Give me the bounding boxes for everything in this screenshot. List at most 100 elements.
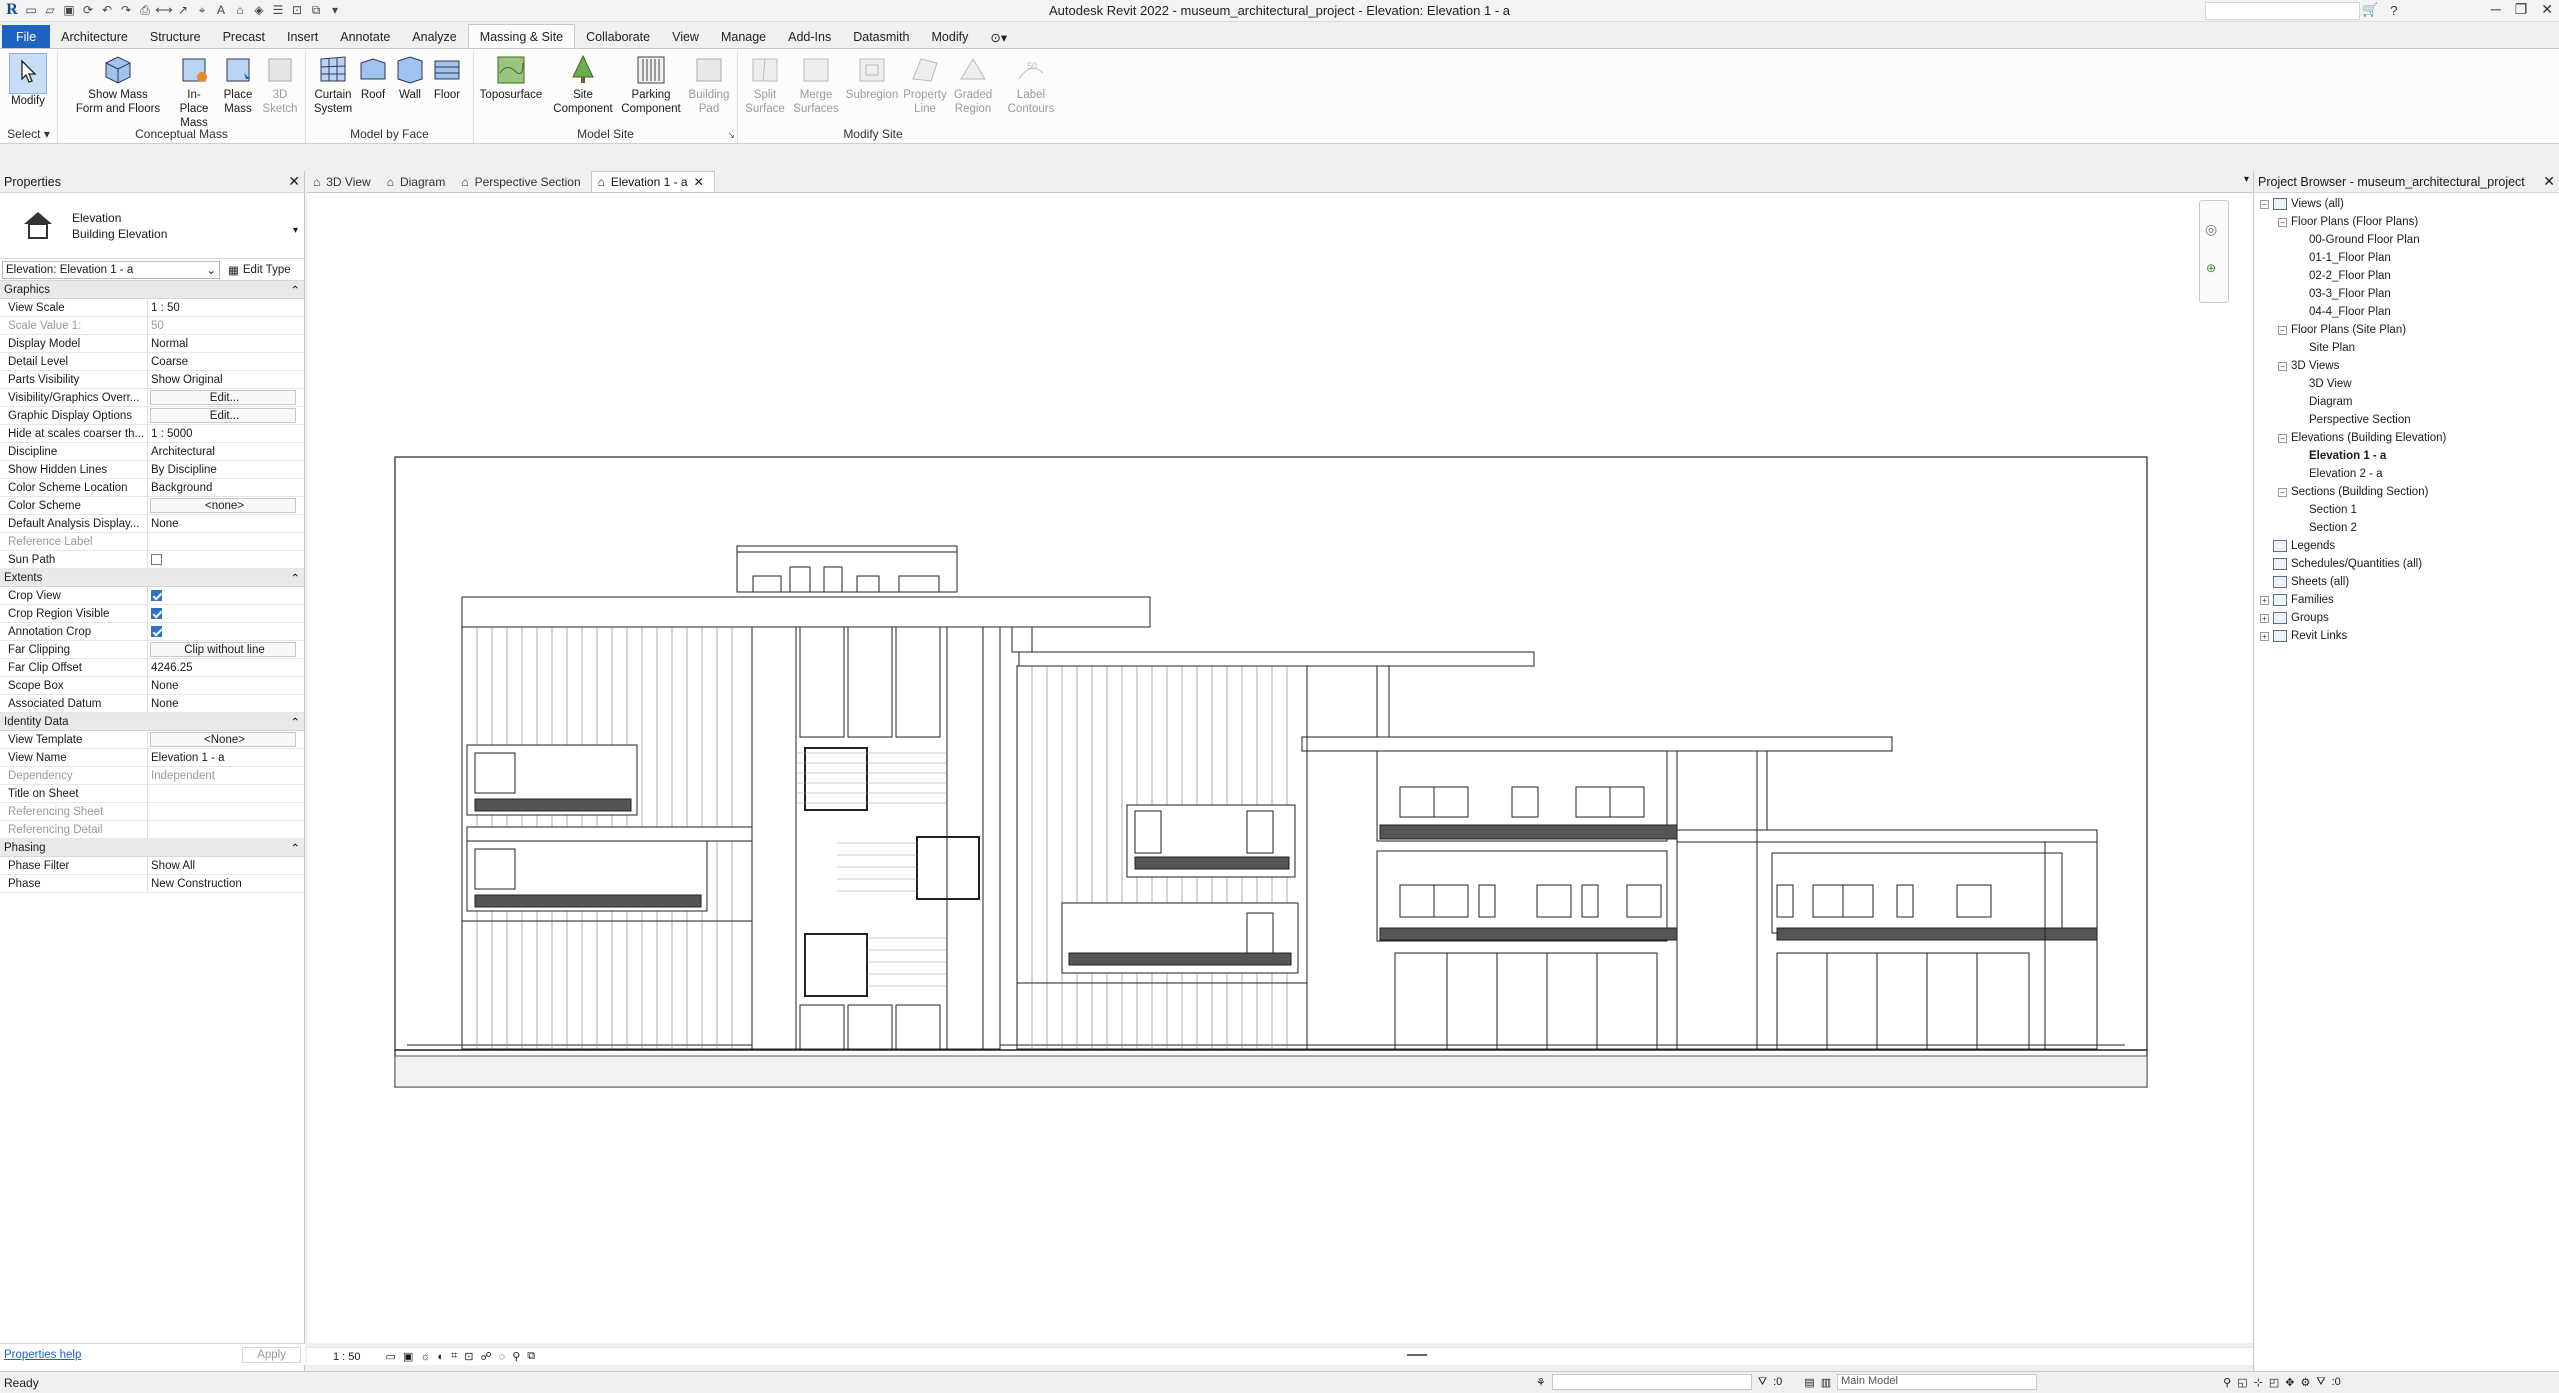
text-icon[interactable]: A bbox=[213, 2, 229, 18]
property-value[interactable]: None bbox=[148, 515, 304, 532]
browser-node[interactable]: − Elevations (Building Elevation) bbox=[2254, 429, 2559, 447]
help-icon[interactable]: ? bbox=[2390, 3, 2397, 18]
browser-node[interactable]: 00-Ground Floor Plan bbox=[2254, 231, 2559, 249]
section-icon[interactable]: ◈ bbox=[251, 2, 267, 18]
property-section[interactable]: Graphics ⌃ bbox=[0, 281, 304, 299]
browser-node[interactable]: 03-3_Floor Plan bbox=[2254, 285, 2559, 303]
tab-collaborate[interactable]: Collaborate bbox=[575, 25, 661, 49]
drawing-canvas[interactable]: ◎ ⊕ 1 : 50 ▭ ▣ ☼ ◐ ⌗ ⊡ ☍ ◌ ⚲ ⧉ bbox=[307, 193, 2253, 1365]
in-place-mass-button[interactable]: In-Place Mass bbox=[174, 53, 214, 130]
print-icon[interactable]: ⎙ bbox=[137, 2, 153, 18]
tab-datasmith[interactable]: Datasmith bbox=[842, 25, 920, 49]
browser-node[interactable]: Elevation 1 - a bbox=[2254, 447, 2559, 465]
collapse-icon[interactable]: − bbox=[2278, 325, 2287, 335]
checkbox[interactable] bbox=[151, 626, 162, 637]
browser-node[interactable]: − Sections (Building Section) bbox=[2254, 483, 2559, 501]
collapse-icon[interactable]: ⌃ bbox=[290, 571, 300, 585]
property-value[interactable]: Normal bbox=[148, 335, 304, 352]
open-icon[interactable]: ▭ bbox=[23, 2, 39, 18]
tab-architecture[interactable]: Architecture bbox=[50, 25, 139, 49]
browser-node[interactable]: Site Plan bbox=[2254, 339, 2559, 357]
property-value[interactable]: Clip without line bbox=[150, 642, 296, 657]
constraints-icon[interactable]: ⧉ bbox=[527, 1350, 535, 1363]
crop-view-icon[interactable]: ⌗ bbox=[451, 1350, 457, 1363]
close-hidden-icon[interactable]: ⊡ bbox=[289, 2, 305, 18]
tab-insert[interactable]: Insert bbox=[276, 25, 329, 49]
parking-component-button[interactable]: Parking Component bbox=[616, 53, 686, 116]
browser-node[interactable]: + Revit Links bbox=[2254, 627, 2559, 645]
property-value[interactable]: Show All bbox=[148, 857, 304, 874]
tab-structure[interactable]: Structure bbox=[139, 25, 212, 49]
worksharing-icon[interactable]: ⚘ bbox=[1536, 1376, 1546, 1389]
sun-path-icon[interactable]: ☼ bbox=[420, 1351, 430, 1363]
browser-node[interactable]: Perspective Section bbox=[2254, 411, 2559, 429]
type-selector[interactable]: Elevation Building Elevation ▾ bbox=[0, 193, 304, 259]
property-line-button[interactable]: Property Line bbox=[900, 53, 950, 116]
zoom-icon[interactable]: ⊕ bbox=[2206, 261, 2216, 275]
browser-node[interactable]: − Floor Plans (Site Plan) bbox=[2254, 321, 2559, 339]
underlay-icon[interactable]: ◱ bbox=[2237, 1376, 2247, 1389]
property-value[interactable]: Architectural bbox=[148, 443, 304, 460]
collapse-icon[interactable]: − bbox=[2260, 199, 2269, 209]
edit-type-button[interactable]: ▦ Edit Type bbox=[228, 263, 291, 277]
properties-help-link[interactable]: Properties help bbox=[4, 1349, 81, 1361]
property-checkbox[interactable] bbox=[148, 587, 304, 604]
redo-icon[interactable]: ↷ bbox=[118, 2, 134, 18]
close-icon[interactable]: ✕ bbox=[288, 173, 300, 190]
selection-filter-icon[interactable]: ⛛ bbox=[1758, 1376, 1767, 1389]
select-by-face-icon[interactable]: ◰ bbox=[2269, 1376, 2279, 1389]
customize-qat-icon[interactable]: ▾ bbox=[327, 2, 343, 18]
wall-by-face-button[interactable]: Wall bbox=[394, 53, 426, 102]
property-checkbox[interactable] bbox=[148, 551, 304, 568]
property-section[interactable]: Phasing ⌃ bbox=[0, 839, 304, 857]
restore-icon[interactable]: ❐ bbox=[2515, 1, 2528, 18]
temporary-hide-icon[interactable]: ☍ bbox=[481, 1350, 492, 1363]
browser-node[interactable]: Legends bbox=[2254, 537, 2559, 555]
ribbon-options-icon[interactable]: ⊙▾ bbox=[979, 25, 1018, 49]
view-scale[interactable]: 1 : 50 bbox=[333, 1351, 361, 1363]
collapse-icon[interactable]: ⌃ bbox=[290, 841, 300, 855]
checkbox[interactable] bbox=[151, 554, 162, 565]
property-value[interactable]: Edit... bbox=[150, 390, 296, 405]
label-contours-button[interactable]: 50 Label Contours bbox=[1006, 53, 1056, 116]
minimize-icon[interactable]: ─ bbox=[2491, 1, 2501, 18]
detail-level-icon[interactable]: ▭ bbox=[386, 1350, 396, 1363]
browser-node[interactable]: Section 1 bbox=[2254, 501, 2559, 519]
pinned-icon[interactable]: ⊹ bbox=[2254, 1376, 2263, 1389]
graded-region-button[interactable]: Graded Region bbox=[950, 53, 996, 116]
roof-by-face-button[interactable]: Roof bbox=[358, 53, 388, 102]
collapse-icon[interactable]: ⌃ bbox=[290, 715, 300, 729]
navigation-bar[interactable]: ◎ ⊕ bbox=[2199, 200, 2229, 303]
property-value[interactable]: Elevation 1 - a bbox=[148, 749, 304, 766]
browser-node[interactable]: − Views (all) bbox=[2254, 195, 2559, 213]
collapse-icon[interactable]: − bbox=[2278, 217, 2287, 227]
horizontal-scrollbar[interactable] bbox=[1407, 1354, 1427, 1356]
tab-diagram[interactable]: ⌂ Diagram bbox=[381, 171, 456, 192]
expand-icon[interactable]: + bbox=[2260, 595, 2269, 605]
browser-node[interactable]: + Families bbox=[2254, 591, 2559, 609]
tab-analyze[interactable]: Analyze bbox=[401, 25, 467, 49]
undo-icon[interactable]: ↶ bbox=[99, 2, 115, 18]
dimension-icon[interactable]: ↗ bbox=[175, 2, 191, 18]
revit-logo[interactable]: R bbox=[4, 1, 20, 18]
editable-icon[interactable]: ▥ bbox=[1821, 1376, 1831, 1389]
tab-view[interactable]: View bbox=[661, 25, 710, 49]
tab-modify[interactable]: Modify bbox=[921, 25, 980, 49]
merge-surfaces-button[interactable]: Merge Surfaces bbox=[788, 53, 844, 116]
tab-precast[interactable]: Precast bbox=[212, 25, 276, 49]
split-surface-button[interactable]: Split Surface bbox=[742, 53, 788, 116]
tabs-menu-icon[interactable]: ▾ bbox=[2244, 174, 2249, 185]
property-value[interactable]: Background bbox=[148, 479, 304, 496]
thin-lines-icon[interactable]: ☰ bbox=[270, 2, 286, 18]
property-section[interactable]: Extents ⌃ bbox=[0, 569, 304, 587]
collapse-icon[interactable]: − bbox=[2278, 487, 2287, 497]
browser-node[interactable]: 3D View bbox=[2254, 375, 2559, 393]
browser-node[interactable]: Schedules/Quantities (all) bbox=[2254, 555, 2559, 573]
browser-node[interactable]: − Floor Plans (Floor Plans) bbox=[2254, 213, 2559, 231]
modify-button[interactable]: Modify bbox=[6, 53, 50, 108]
shadows-icon[interactable]: ◐ bbox=[437, 1351, 444, 1363]
property-value[interactable]: None bbox=[148, 695, 304, 712]
3d-sketch-button[interactable]: 3D Sketch bbox=[260, 53, 300, 116]
floor-by-face-button[interactable]: Floor bbox=[430, 53, 464, 102]
select-dropdown[interactable]: Select ▾ bbox=[0, 127, 57, 143]
